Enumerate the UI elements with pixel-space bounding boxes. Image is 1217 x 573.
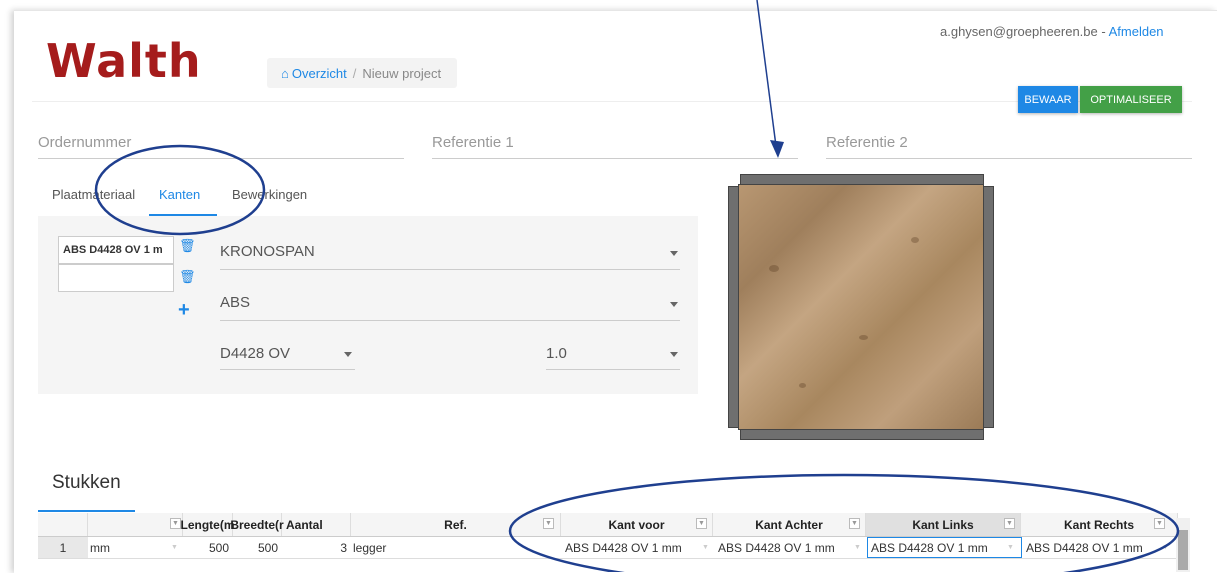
thickness-select-underline bbox=[546, 369, 680, 370]
delete-edge-icon[interactable]: 🗑 bbox=[179, 238, 196, 254]
home-icon[interactable]: ⌂ bbox=[281, 66, 289, 81]
breadcrumb: ⌂ Overzicht / Nieuw project bbox=[267, 58, 457, 88]
filter-icon[interactable]: ▼ bbox=[696, 518, 707, 529]
row-index: 1 bbox=[38, 537, 88, 558]
edge-list-item-empty[interactable] bbox=[58, 264, 174, 292]
decor-select-underline bbox=[220, 369, 355, 370]
chevron-down-icon[interactable] bbox=[670, 352, 678, 357]
grid-header-unit[interactable] bbox=[88, 513, 183, 536]
reference1-field[interactable]: Referentie 1 bbox=[432, 134, 514, 151]
wood-knot bbox=[769, 265, 779, 272]
board-preview bbox=[738, 184, 984, 430]
filter-icon[interactable]: ▼ bbox=[543, 518, 554, 529]
chevron-down-icon[interactable] bbox=[344, 352, 352, 357]
grid-scrollbar[interactable] bbox=[1176, 518, 1190, 572]
tab-bar: Plaatmateriaal Kanten Bewerkingen bbox=[40, 178, 320, 217]
brand-select-underline bbox=[220, 269, 680, 270]
filter-icon[interactable]: ▼ bbox=[1004, 518, 1015, 529]
order-number-underline bbox=[38, 158, 404, 159]
save-button[interactable]: BEWAAR bbox=[1018, 86, 1078, 113]
table-row[interactable]: 1 mm ▼ 500 500 3 legger ABS D4428 OV 1 m… bbox=[38, 537, 1178, 559]
optimize-button[interactable]: OPTIMALISEER bbox=[1080, 86, 1182, 113]
row-length[interactable]: 500 bbox=[183, 537, 233, 558]
dropdown-arrow-icon[interactable]: ▼ bbox=[702, 544, 709, 551]
row-unit[interactable]: mm bbox=[88, 537, 183, 558]
filter-icon[interactable]: ▼ bbox=[849, 518, 860, 529]
chevron-down-icon[interactable] bbox=[670, 251, 678, 256]
grid-header-length[interactable]: Lengte(m bbox=[181, 513, 235, 536]
grid-header-index bbox=[38, 513, 88, 536]
material-select[interactable]: ABS bbox=[220, 294, 250, 311]
wood-knot bbox=[799, 383, 806, 388]
breadcrumb-separator: / bbox=[352, 65, 357, 81]
row-edge-left[interactable]: ABS D4428 OV 1 mm bbox=[867, 537, 1022, 558]
user-email: a.ghysen@groepheeren.be bbox=[940, 24, 1098, 39]
tab-bewerkingen[interactable]: Bewerkingen bbox=[232, 187, 307, 202]
logout-link[interactable]: Afmelden bbox=[1109, 24, 1164, 39]
wood-knot bbox=[859, 335, 868, 340]
filter-icon[interactable]: ▼ bbox=[170, 518, 181, 529]
row-edge-back[interactable]: ABS D4428 OV 1 mm bbox=[718, 537, 863, 558]
user-separator: - bbox=[1097, 24, 1109, 39]
row-ref[interactable]: legger bbox=[351, 537, 561, 558]
grid-header-edge-back[interactable]: Kant Achter bbox=[713, 513, 866, 536]
material-select-underline bbox=[220, 320, 680, 321]
walth-logo: Walth bbox=[46, 34, 202, 88]
tab-plaatmateriaal[interactable]: Plaatmateriaal bbox=[52, 187, 135, 202]
row-width[interactable]: 500 bbox=[233, 537, 282, 558]
row-edge-front[interactable]: ABS D4428 OV 1 mm bbox=[565, 537, 710, 558]
pieces-tab-indicator bbox=[38, 510, 135, 512]
reference2-underline bbox=[826, 158, 1192, 159]
delete-edge-icon[interactable]: 🗑 bbox=[179, 269, 196, 285]
reference1-underline bbox=[432, 158, 798, 159]
reference2-field[interactable]: Referentie 2 bbox=[826, 134, 908, 151]
filter-icon[interactable]: ▼ bbox=[1154, 518, 1165, 529]
thickness-select[interactable]: 1.0 bbox=[546, 345, 567, 362]
row-edge-right[interactable]: ABS D4428 OV 1 mm bbox=[1026, 537, 1171, 558]
dropdown-arrow-icon[interactable]: ▼ bbox=[1007, 544, 1014, 551]
user-info: a.ghysen@groepheeren.be - Afmelden bbox=[940, 24, 1164, 39]
row-quantity[interactable]: 3 bbox=[282, 537, 348, 558]
add-edge-icon[interactable]: + bbox=[178, 299, 190, 322]
edges-panel: ABS D4428 OV 1 m 🗑 🗑 + KRONOSPAN ABS D44… bbox=[38, 216, 698, 394]
pieces-grid: ▼ Lengte(m Breedte(r Aantal Ref. ▼ Kant … bbox=[38, 513, 1178, 572]
grid-header-edge-left[interactable]: Kant Links bbox=[866, 513, 1021, 536]
dropdown-arrow-icon[interactable]: ▼ bbox=[171, 544, 178, 551]
grid-header-width[interactable]: Breedte(r bbox=[230, 513, 284, 536]
wood-knot bbox=[911, 237, 919, 243]
edge-list-item[interactable]: ABS D4428 OV 1 m bbox=[58, 236, 174, 264]
brand-select[interactable]: KRONOSPAN bbox=[220, 243, 315, 260]
order-number-field[interactable]: Ordernummer bbox=[38, 134, 131, 151]
grid-header-edge-front[interactable]: Kant voor bbox=[561, 513, 713, 536]
breadcrumb-current: Nieuw project bbox=[362, 65, 442, 81]
decor-select[interactable]: D4428 OV bbox=[220, 345, 290, 362]
dropdown-arrow-icon[interactable]: ▼ bbox=[854, 544, 861, 551]
breadcrumb-home-link[interactable]: Overzicht bbox=[292, 66, 347, 81]
pieces-title: Stukken bbox=[52, 472, 121, 493]
tab-kanten[interactable]: Kanten bbox=[159, 187, 200, 202]
grid-header-ref[interactable]: Ref. bbox=[351, 513, 561, 536]
grid-header-quantity[interactable]: Aantal bbox=[282, 513, 351, 536]
grid-header-row: ▼ Lengte(m Breedte(r Aantal Ref. ▼ Kant … bbox=[38, 513, 1178, 537]
dropdown-arrow-icon[interactable]: ▼ bbox=[1162, 544, 1169, 551]
chevron-down-icon[interactable] bbox=[670, 302, 678, 307]
scrollbar-thumb[interactable] bbox=[1178, 530, 1188, 570]
